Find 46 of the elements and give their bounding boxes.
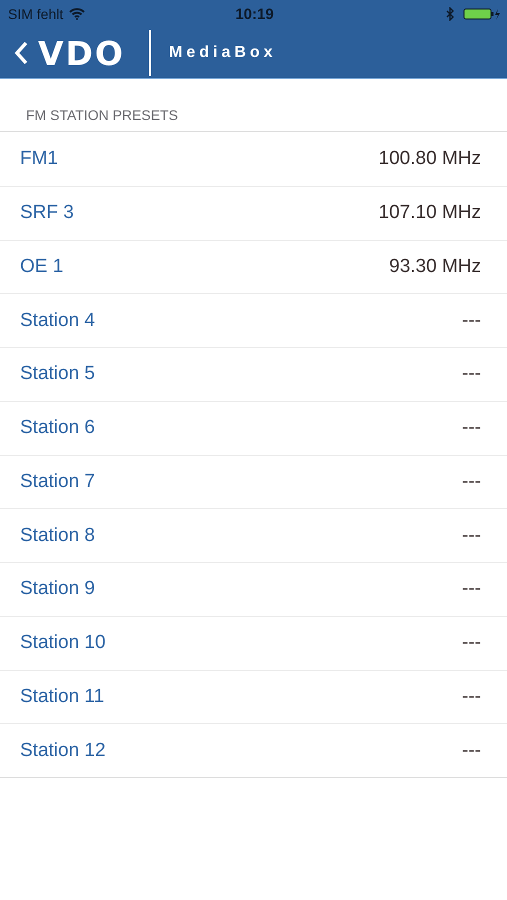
- frequency-value: ---: [462, 578, 481, 600]
- preset-row[interactable]: Station 4 ---: [0, 293, 507, 347]
- preset-row[interactable]: Station 12 ---: [0, 723, 507, 777]
- frequency-value: 93.30 MHz: [389, 256, 481, 278]
- frequency-value: ---: [462, 417, 481, 440]
- station-name: Station 4: [20, 310, 95, 332]
- bluetooth-icon: [446, 7, 455, 21]
- preset-row[interactable]: Station 11 ---: [0, 670, 507, 724]
- preset-row[interactable]: SRF 3 107.10 MHz: [0, 186, 507, 240]
- clock-label: 10:19: [235, 6, 274, 22]
- wifi-icon: [69, 8, 86, 20]
- station-name: OE 1: [20, 256, 64, 278]
- screen-title: MediaBox: [169, 44, 277, 62]
- frequency-value: ---: [462, 632, 481, 654]
- frequency-value: ---: [462, 524, 481, 547]
- preset-row[interactable]: Station 10 ---: [0, 616, 507, 670]
- station-name: Station 7: [20, 470, 95, 493]
- frequency-value: 100.80 MHz: [378, 148, 481, 170]
- frequency-value: ---: [462, 363, 481, 386]
- back-button[interactable]: VDO: [0, 34, 125, 72]
- frequency-value: ---: [462, 470, 481, 493]
- preset-row[interactable]: Station 5 ---: [0, 347, 507, 401]
- station-name: Station 12: [20, 740, 106, 762]
- station-name: FM1: [20, 148, 58, 170]
- preset-row[interactable]: FM1 100.80 MHz: [0, 132, 507, 186]
- preset-row[interactable]: Station 8 ---: [0, 508, 507, 562]
- carrier-label: SIM fehlt: [8, 6, 64, 22]
- preset-row[interactable]: Station 6 ---: [0, 400, 507, 454]
- chevron-left-icon: [14, 41, 28, 65]
- frequency-value: 107.10 MHz: [378, 202, 481, 224]
- preset-row[interactable]: OE 1 93.30 MHz: [0, 240, 507, 294]
- frequency-value: ---: [462, 686, 481, 708]
- station-name: Station 11: [20, 686, 104, 708]
- battery-icon: [463, 7, 501, 21]
- station-name: Station 5: [20, 363, 95, 386]
- station-name: SRF 3: [20, 202, 74, 224]
- frequency-value: ---: [462, 740, 481, 762]
- preset-row[interactable]: Station 7 ---: [0, 454, 507, 508]
- station-name: Station 10: [20, 632, 106, 654]
- logo-text: VDO: [38, 34, 125, 72]
- station-name: Station 9: [20, 578, 95, 600]
- station-name: Station 8: [20, 524, 95, 547]
- frequency-value: ---: [462, 310, 481, 332]
- preset-row[interactable]: Station 9 ---: [0, 562, 507, 616]
- station-name: Station 6: [20, 417, 95, 440]
- section-header: FM STATION PRESETS: [0, 107, 507, 132]
